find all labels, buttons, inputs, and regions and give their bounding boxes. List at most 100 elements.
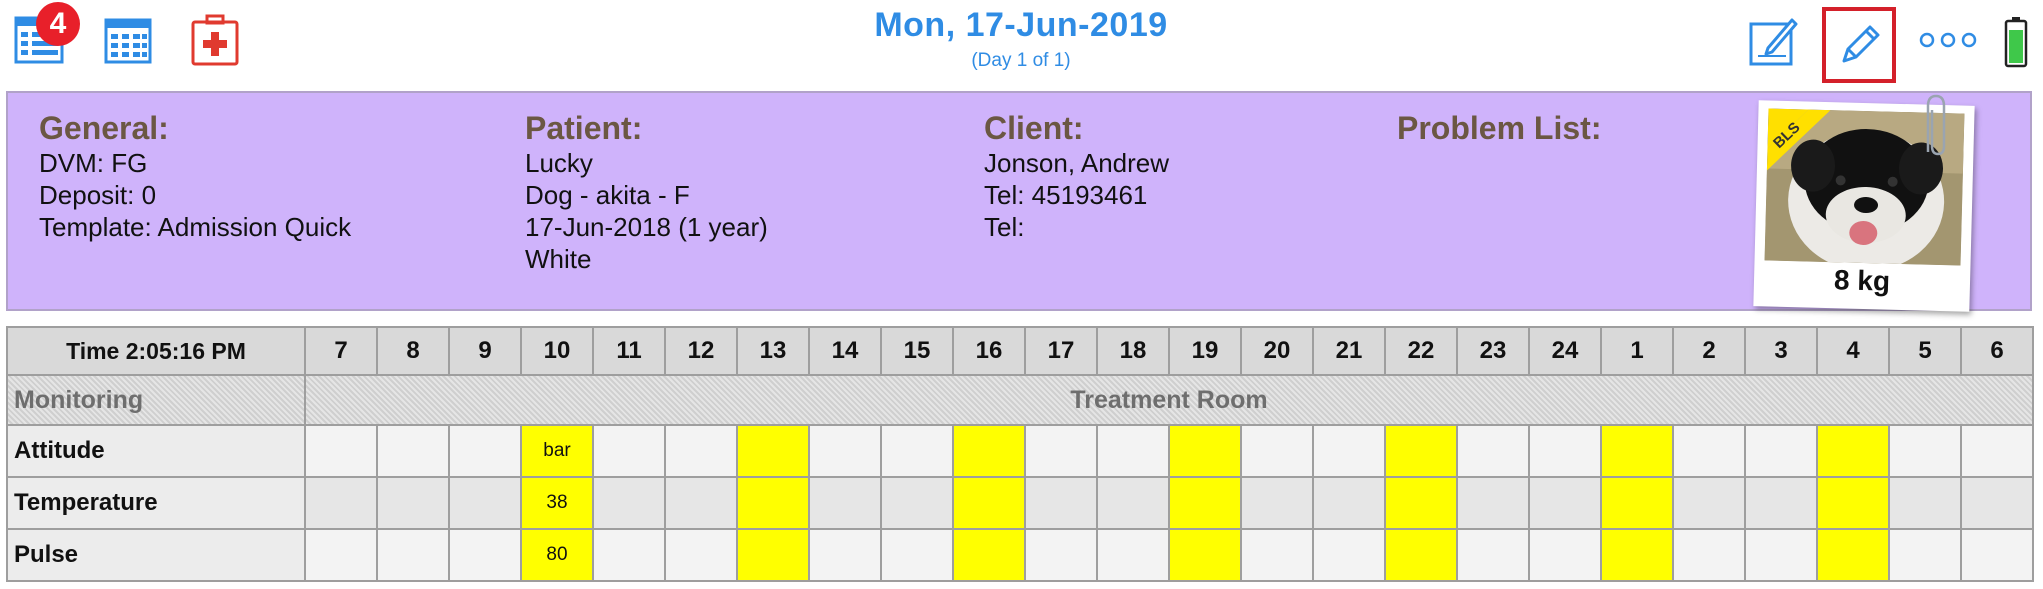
hour-header[interactable]: 1 [1600, 326, 1674, 376]
medical-kit-icon[interactable] [190, 14, 240, 66]
treatment-cell[interactable] [376, 476, 450, 530]
hour-header[interactable]: 14 [808, 326, 882, 376]
treatment-cell[interactable] [1168, 424, 1242, 478]
treatment-cell[interactable] [1024, 424, 1098, 478]
treatment-cell[interactable] [880, 424, 954, 478]
treatment-cell[interactable] [1456, 476, 1530, 530]
treatment-cell[interactable] [1456, 424, 1530, 478]
treatment-cell[interactable] [1816, 424, 1890, 478]
treatment-cell[interactable] [1744, 476, 1818, 530]
treatment-cell[interactable] [1096, 528, 1170, 582]
treatment-cell[interactable] [1168, 528, 1242, 582]
more-icon[interactable] [1918, 30, 1978, 50]
hour-header[interactable]: 2 [1672, 326, 1746, 376]
calendar-grid-icon[interactable] [104, 18, 152, 64]
treatment-cell[interactable] [448, 528, 522, 582]
treatment-cell[interactable] [1888, 424, 1962, 478]
treatment-cell[interactable] [592, 424, 666, 478]
treatment-cell[interactable] [1240, 424, 1314, 478]
treatment-cell[interactable] [304, 476, 378, 530]
treatment-cell[interactable] [1384, 528, 1458, 582]
treatment-cell[interactable] [1024, 476, 1098, 530]
hour-header[interactable]: 20 [1240, 326, 1314, 376]
hour-header[interactable]: 21 [1312, 326, 1386, 376]
section-label[interactable]: Monitoring [6, 374, 306, 426]
hour-header[interactable]: 12 [664, 326, 738, 376]
treatment-cell[interactable] [1600, 424, 1674, 478]
hour-header[interactable]: 9 [448, 326, 522, 376]
treatment-cell[interactable] [808, 424, 882, 478]
treatment-cell[interactable] [1600, 528, 1674, 582]
treatment-cell[interactable] [1888, 528, 1962, 582]
hour-header[interactable]: 11 [592, 326, 666, 376]
treatment-cell[interactable] [1528, 476, 1602, 530]
treatment-cell[interactable] [1672, 476, 1746, 530]
treatment-cell[interactable]: 38 [520, 476, 594, 530]
treatment-cell[interactable] [304, 424, 378, 478]
treatment-cell[interactable] [1096, 424, 1170, 478]
hour-header[interactable]: 24 [1528, 326, 1602, 376]
treatment-cell[interactable] [1744, 424, 1818, 478]
treatment-cell[interactable] [1528, 528, 1602, 582]
treatment-cell[interactable] [952, 476, 1026, 530]
hour-header[interactable]: 10 [520, 326, 594, 376]
treatment-cell[interactable] [376, 528, 450, 582]
treatment-cell[interactable] [1816, 476, 1890, 530]
hour-header[interactable]: 6 [1960, 326, 2034, 376]
treatment-cell[interactable] [880, 476, 954, 530]
treatment-cell[interactable] [1384, 424, 1458, 478]
treatment-cell[interactable] [592, 528, 666, 582]
hour-header[interactable]: 4 [1816, 326, 1890, 376]
treatment-cell[interactable]: 80 [520, 528, 594, 582]
hour-header[interactable]: 3 [1744, 326, 1818, 376]
treatment-cell[interactable] [736, 528, 810, 582]
treatment-cell[interactable] [448, 424, 522, 478]
treatment-cell[interactable] [1672, 424, 1746, 478]
treatment-cell[interactable] [1168, 476, 1242, 530]
hour-header[interactable]: 18 [1096, 326, 1170, 376]
treatment-cell[interactable] [1960, 424, 2034, 478]
treatment-cell[interactable] [664, 424, 738, 478]
hour-header[interactable]: 8 [376, 326, 450, 376]
treatment-cell[interactable] [1960, 528, 2034, 582]
treatment-cell[interactable] [1672, 528, 1746, 582]
treatment-cell[interactable]: bar [520, 424, 594, 478]
treatment-cell[interactable] [1240, 476, 1314, 530]
treatment-cell[interactable] [1024, 528, 1098, 582]
treatment-cell[interactable] [1600, 476, 1674, 530]
hour-header[interactable]: 17 [1024, 326, 1098, 376]
row-label[interactable]: Attitude [6, 424, 306, 478]
treatment-cell[interactable] [1312, 528, 1386, 582]
treatment-cell[interactable] [736, 476, 810, 530]
treatment-cell[interactable] [808, 528, 882, 582]
treatment-cell[interactable] [952, 424, 1026, 478]
treatment-cell[interactable] [1384, 476, 1458, 530]
treatment-cell[interactable] [1888, 476, 1962, 530]
treatment-cell[interactable] [664, 476, 738, 530]
treatment-cell[interactable] [1816, 528, 1890, 582]
hour-header[interactable]: 22 [1384, 326, 1458, 376]
treatment-cell[interactable] [376, 424, 450, 478]
compose-icon[interactable] [1748, 14, 1798, 66]
treatment-cell[interactable] [448, 476, 522, 530]
treatment-cell[interactable] [1960, 476, 2034, 530]
treatment-cell[interactable] [808, 476, 882, 530]
hour-header[interactable]: 13 [736, 326, 810, 376]
treatment-cell[interactable] [1528, 424, 1602, 478]
treatment-cell[interactable] [736, 424, 810, 478]
edit-button[interactable] [1822, 7, 1896, 83]
hour-header[interactable]: 15 [880, 326, 954, 376]
hour-header[interactable]: 19 [1168, 326, 1242, 376]
row-label[interactable]: Temperature [6, 476, 306, 530]
hour-header[interactable]: 23 [1456, 326, 1530, 376]
treatment-cell[interactable] [880, 528, 954, 582]
treatment-cell[interactable] [592, 476, 666, 530]
treatment-cell[interactable] [304, 528, 378, 582]
treatment-cell[interactable] [1312, 476, 1386, 530]
treatment-cell[interactable] [952, 528, 1026, 582]
treatment-cell[interactable] [1096, 476, 1170, 530]
treatment-cell[interactable] [1240, 528, 1314, 582]
hour-header[interactable]: 5 [1888, 326, 1962, 376]
hour-header[interactable]: 16 [952, 326, 1026, 376]
treatment-cell[interactable] [664, 528, 738, 582]
